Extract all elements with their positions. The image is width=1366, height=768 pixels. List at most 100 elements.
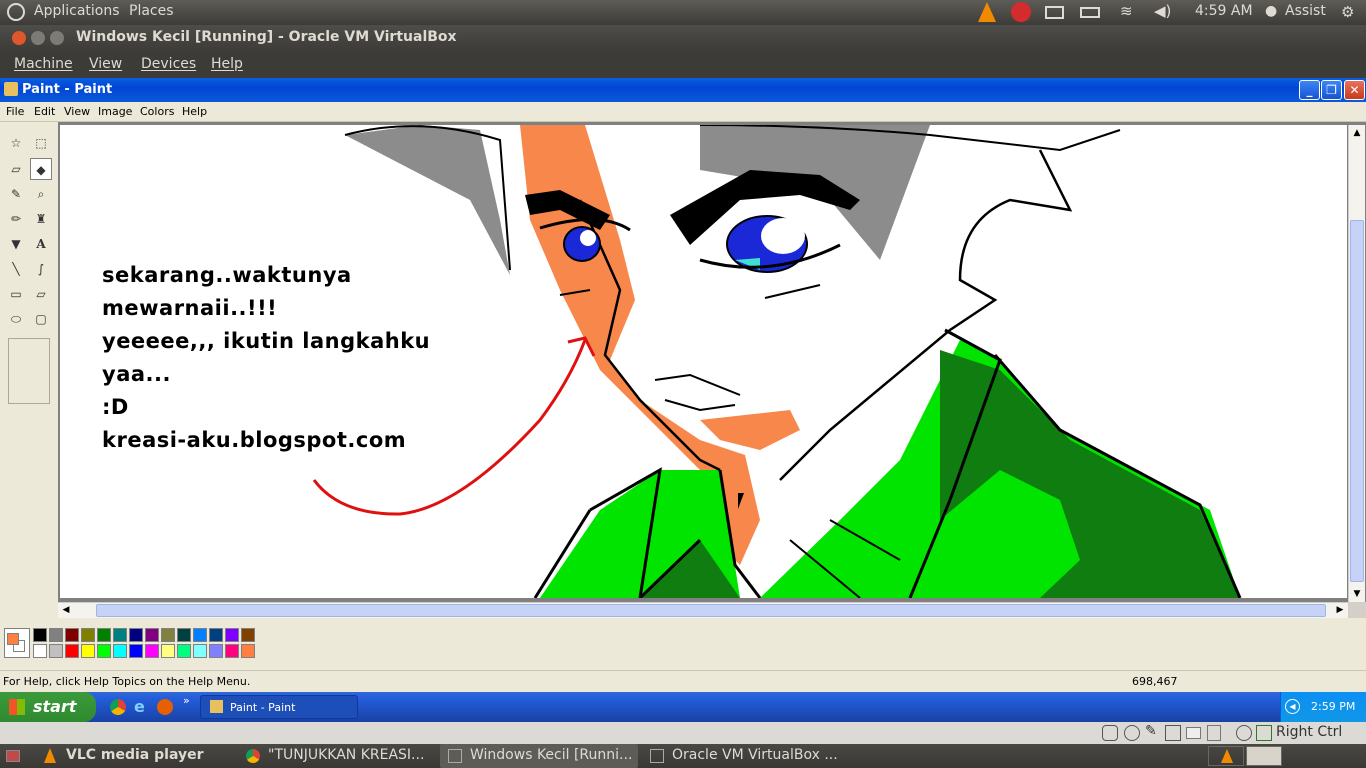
virtualization-icon[interactable] <box>1236 725 1252 741</box>
ubuntu-logo-icon[interactable] <box>7 3 25 21</box>
color-swatch[interactable] <box>113 628 127 642</box>
color-swatch[interactable] <box>177 628 191 642</box>
color-swatch[interactable] <box>65 644 79 658</box>
color-swatch[interactable] <box>129 628 143 642</box>
minimize-button[interactable]: _ <box>1299 80 1320 100</box>
tray-expand-icon[interactable]: ◀ <box>1285 699 1300 714</box>
menu-machine[interactable]: Machine <box>14 56 73 72</box>
xp-clock[interactable]: 2:59 PM <box>1311 700 1355 713</box>
scroll-left-icon[interactable]: ◀ <box>58 603 74 618</box>
task-vlc[interactable]: VLC media player <box>36 744 236 768</box>
tool-options[interactable] <box>8 338 50 404</box>
color-swatch[interactable] <box>97 644 111 658</box>
eraser-icon[interactable]: ▱ <box>5 158 27 180</box>
scroll-up-icon[interactable]: ▲ <box>1349 125 1365 141</box>
color-swatch[interactable] <box>145 628 159 642</box>
color-swatch[interactable] <box>225 644 239 658</box>
mouse-integration-icon[interactable] <box>1256 725 1272 741</box>
taskbar-paint-button[interactable]: Paint - Paint <box>200 695 358 719</box>
drawing-canvas[interactable]: sekarang..waktunya mewarnaii..!!! yeeeee… <box>60 125 1347 598</box>
color-swatch[interactable] <box>65 628 79 642</box>
display-icon[interactable] <box>1207 725 1221 741</box>
network-icon[interactable] <box>1165 725 1181 741</box>
text-icon[interactable]: A <box>30 233 52 255</box>
workspace-1[interactable] <box>1208 746 1244 766</box>
horizontal-scroll-thumb[interactable] <box>96 604 1326 617</box>
no-entry-icon[interactable] <box>1011 2 1031 22</box>
clock[interactable]: 4:59 AM <box>1195 3 1253 19</box>
color-swatch[interactable] <box>113 644 127 658</box>
mail-icon[interactable] <box>1045 6 1064 19</box>
menu-devices[interactable]: Devices <box>141 56 196 72</box>
pencil-icon[interactable]: ✏ <box>5 208 27 230</box>
menu-help[interactable]: Help <box>211 56 243 72</box>
close-icon[interactable] <box>12 31 26 45</box>
color-swatch[interactable] <box>161 644 175 658</box>
shared-folder-icon[interactable] <box>1186 727 1201 739</box>
color-swatch[interactable] <box>145 644 159 658</box>
menu-edit[interactable]: Edit <box>34 105 55 118</box>
color-swatch[interactable] <box>193 644 207 658</box>
workspace-2[interactable] <box>1246 746 1282 766</box>
color-swatch[interactable] <box>33 628 47 642</box>
quicklaunch-more-icon[interactable]: » <box>183 694 190 707</box>
fill-bucket-icon[interactable]: ◆ <box>30 158 52 180</box>
task-virtualbox-manager[interactable]: Oracle VM VirtualBox ... <box>642 744 842 768</box>
wifi-icon[interactable]: ≋ <box>1120 2 1133 20</box>
vlc-tray-icon[interactable] <box>978 2 996 22</box>
scroll-right-icon[interactable]: ▶ <box>1332 603 1348 618</box>
color-swatch[interactable] <box>129 644 143 658</box>
color-picker-icon[interactable]: ✎ <box>5 183 27 205</box>
firefox-quicklaunch-icon[interactable] <box>157 699 173 715</box>
close-button[interactable]: ✕ <box>1344 80 1365 100</box>
menu-help[interactable]: Help <box>182 105 207 118</box>
brush-icon[interactable]: ♜ <box>30 208 52 230</box>
cd-icon[interactable] <box>1124 725 1140 741</box>
power-icon[interactable]: ⚙ <box>1341 3 1354 21</box>
color-swatch[interactable] <box>49 644 63 658</box>
color-swatch[interactable] <box>177 644 191 658</box>
start-button[interactable]: start <box>0 692 96 722</box>
show-desktop-icon[interactable] <box>6 750 20 762</box>
chrome-quicklaunch-icon[interactable] <box>110 699 126 715</box>
maximize-icon[interactable] <box>50 31 64 45</box>
rounded-rect-icon[interactable]: ▢ <box>30 308 52 330</box>
curve-icon[interactable]: ∫ <box>30 258 52 280</box>
user-menu[interactable]: Assist <box>1285 3 1326 19</box>
rect-select-icon[interactable]: ⬚ <box>30 132 52 154</box>
color-swatch[interactable] <box>241 644 255 658</box>
airbrush-icon[interactable]: ▼ <box>5 233 27 255</box>
free-select-icon[interactable]: ☆ <box>5 132 27 154</box>
scroll-down-icon[interactable]: ▼ <box>1349 586 1365 602</box>
minimize-icon[interactable] <box>31 31 45 45</box>
task-windows-kecil[interactable]: Windows Kecil [Runni... <box>440 744 638 768</box>
color-swatch[interactable] <box>33 644 47 658</box>
color-swatch[interactable] <box>97 628 111 642</box>
color-swatch[interactable] <box>209 628 223 642</box>
polygon-icon[interactable]: ▱ <box>30 283 52 305</box>
color-swatch[interactable] <box>193 628 207 642</box>
current-colors[interactable] <box>4 628 30 658</box>
menu-file[interactable]: File <box>6 105 24 118</box>
vertical-scrollbar[interactable]: ▲ ▼ <box>1348 125 1365 602</box>
rectangle-icon[interactable]: ▭ <box>5 283 27 305</box>
volume-icon[interactable]: ◀) <box>1154 2 1171 20</box>
applications-menu[interactable]: Applications <box>34 3 120 19</box>
restore-button[interactable]: ❐ <box>1321 80 1342 100</box>
places-menu[interactable]: Places <box>129 3 174 19</box>
menu-image[interactable]: Image <box>98 105 132 118</box>
color-swatch[interactable] <box>209 644 223 658</box>
color-swatch[interactable] <box>241 628 255 642</box>
horizontal-scrollbar[interactable]: ◀ ▶ <box>58 602 1348 618</box>
menu-view[interactable]: View <box>64 105 90 118</box>
task-chrome[interactable]: "TUNJUKKAN KREASI... <box>238 744 438 768</box>
ellipse-icon[interactable]: ⬭ <box>5 308 27 330</box>
color-swatch[interactable] <box>81 644 95 658</box>
color-swatch[interactable] <box>225 628 239 642</box>
menu-colors[interactable]: Colors <box>140 105 174 118</box>
magnifier-icon[interactable]: ⌕ <box>30 183 52 205</box>
vertical-scroll-thumb[interactable] <box>1350 220 1364 582</box>
color-swatch[interactable] <box>49 628 63 642</box>
color-swatch[interactable] <box>161 628 175 642</box>
color-swatch[interactable] <box>81 628 95 642</box>
